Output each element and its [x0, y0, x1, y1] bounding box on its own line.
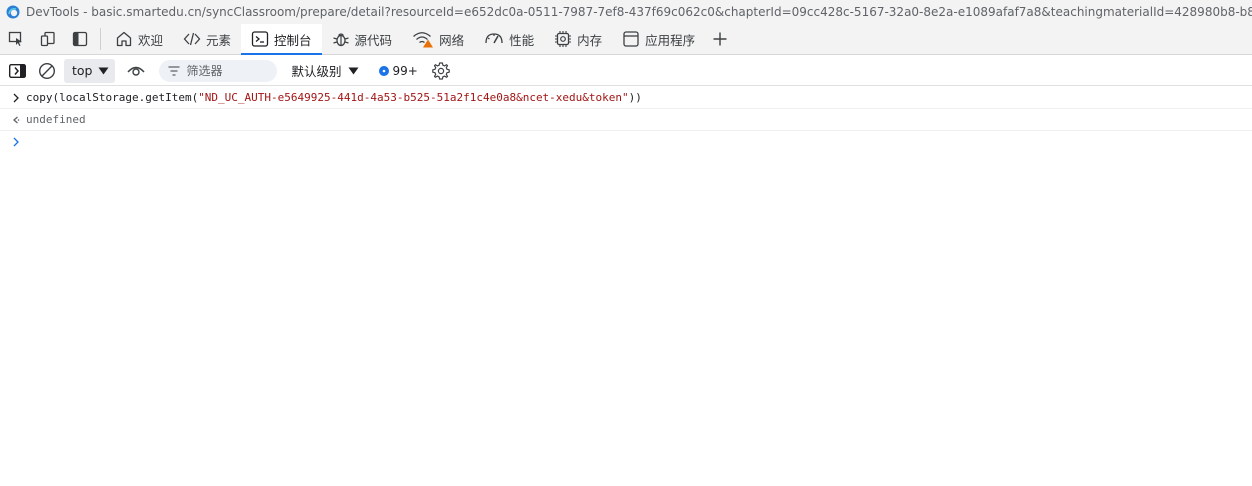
log-level-value: 默认级别 — [291, 64, 342, 79]
gauge-icon — [485, 33, 503, 44]
console-input-row: copy(localStorage.getItem("ND_UC_AUTH-e5… — [0, 87, 1252, 109]
console-prompt-row[interactable] — [0, 131, 1252, 153]
tab-welcome[interactable]: 欢迎 — [105, 24, 173, 54]
tab-console[interactable]: 控制台 — [241, 24, 322, 55]
tab-label: 网络 — [439, 32, 465, 48]
window-titlebar: DevTools - basic.smartedu.cn/syncClassro… — [0, 0, 1252, 24]
window-icon — [623, 31, 639, 47]
home-icon — [116, 31, 132, 47]
caret-down-icon — [98, 67, 109, 74]
toolbar-divider — [100, 28, 101, 50]
log-level-selector[interactable]: 默认级别 — [291, 61, 358, 80]
tab-elements[interactable]: 元素 — [173, 24, 241, 54]
tab-label: 元素 — [206, 32, 232, 48]
sidebar-toggle-button[interactable] — [4, 58, 30, 84]
console-command: copy(localStorage.getItem("ND_UC_AUTH-e5… — [26, 91, 642, 104]
console-icon — [251, 31, 269, 47]
bug-icon — [332, 33, 349, 47]
console-output: copy(localStorage.getItem("ND_UC_AUTH-e5… — [0, 87, 1252, 486]
tab-label: 内存 — [577, 32, 603, 48]
console-result-row: undefined — [0, 109, 1252, 131]
command-suffix: )) — [628, 91, 642, 104]
add-tab-button[interactable] — [705, 24, 735, 54]
devtools-tabbar: 欢迎 元素 控制台 源代码 网络 性能 内存 应用程序 — [0, 24, 1252, 55]
gear-icon — [432, 61, 450, 80]
filter-icon — [168, 65, 180, 76]
tab-label: 源代码 — [354, 32, 393, 48]
tab-application[interactable]: 应用程序 — [612, 24, 705, 54]
clear-console-button[interactable] — [34, 58, 60, 84]
result-arrow-icon — [12, 115, 26, 125]
window-title: DevTools - basic.smartedu.cn/syncClassro… — [26, 5, 1252, 19]
tab-label: 欢迎 — [138, 32, 164, 48]
command-string: "ND_UC_AUTH-e5649925-441d-4a53-b525-51a2… — [198, 91, 629, 104]
device-toggle-icon — [40, 31, 55, 47]
chip-icon — [555, 31, 572, 47]
eye-icon — [127, 66, 146, 76]
console-result: undefined — [26, 113, 86, 126]
context-value: top — [72, 63, 93, 78]
tab-label: 应用程序 — [645, 32, 696, 48]
message-icon — [378, 65, 389, 76]
filter-placeholder: 筛选器 — [186, 64, 223, 78]
wifi-warning-icon — [413, 32, 434, 48]
tab-sources[interactable]: 源代码 — [322, 24, 403, 54]
live-expression-button[interactable] — [123, 58, 149, 84]
plus-icon — [713, 32, 727, 46]
panel-layout-icon — [72, 31, 88, 47]
inspect-icon — [8, 31, 22, 46]
block-icon — [38, 62, 56, 79]
command-prefix: copy(localStorage.getItem( — [26, 91, 199, 104]
prompt-chevron-icon — [12, 137, 26, 147]
tab-memory[interactable]: 内存 — [544, 24, 612, 54]
issues-count: 99+ — [392, 63, 418, 78]
inspect-element-button[interactable] — [0, 24, 32, 54]
issues-badge[interactable]: 99+ — [378, 63, 418, 78]
tab-label: 性能 — [509, 32, 535, 48]
console-toolbar: top 筛选器 默认级别 99+ — [0, 56, 1252, 86]
tab-performance[interactable]: 性能 — [474, 24, 544, 54]
input-chevron-icon — [12, 93, 26, 103]
tab-network[interactable]: 网络 — [402, 24, 474, 54]
code-brackets-icon — [183, 32, 201, 46]
edge-logo-icon — [6, 5, 20, 19]
device-emulation-button[interactable] — [32, 24, 64, 54]
caret-down-icon — [348, 67, 358, 74]
drawer-toggle-button[interactable] — [64, 24, 96, 54]
context-selector[interactable]: top — [64, 58, 116, 83]
sidebar-icon — [8, 63, 26, 78]
filter-input[interactable]: 筛选器 — [159, 59, 278, 82]
tab-label: 控制台 — [274, 32, 312, 48]
console-settings-button[interactable] — [428, 58, 454, 84]
